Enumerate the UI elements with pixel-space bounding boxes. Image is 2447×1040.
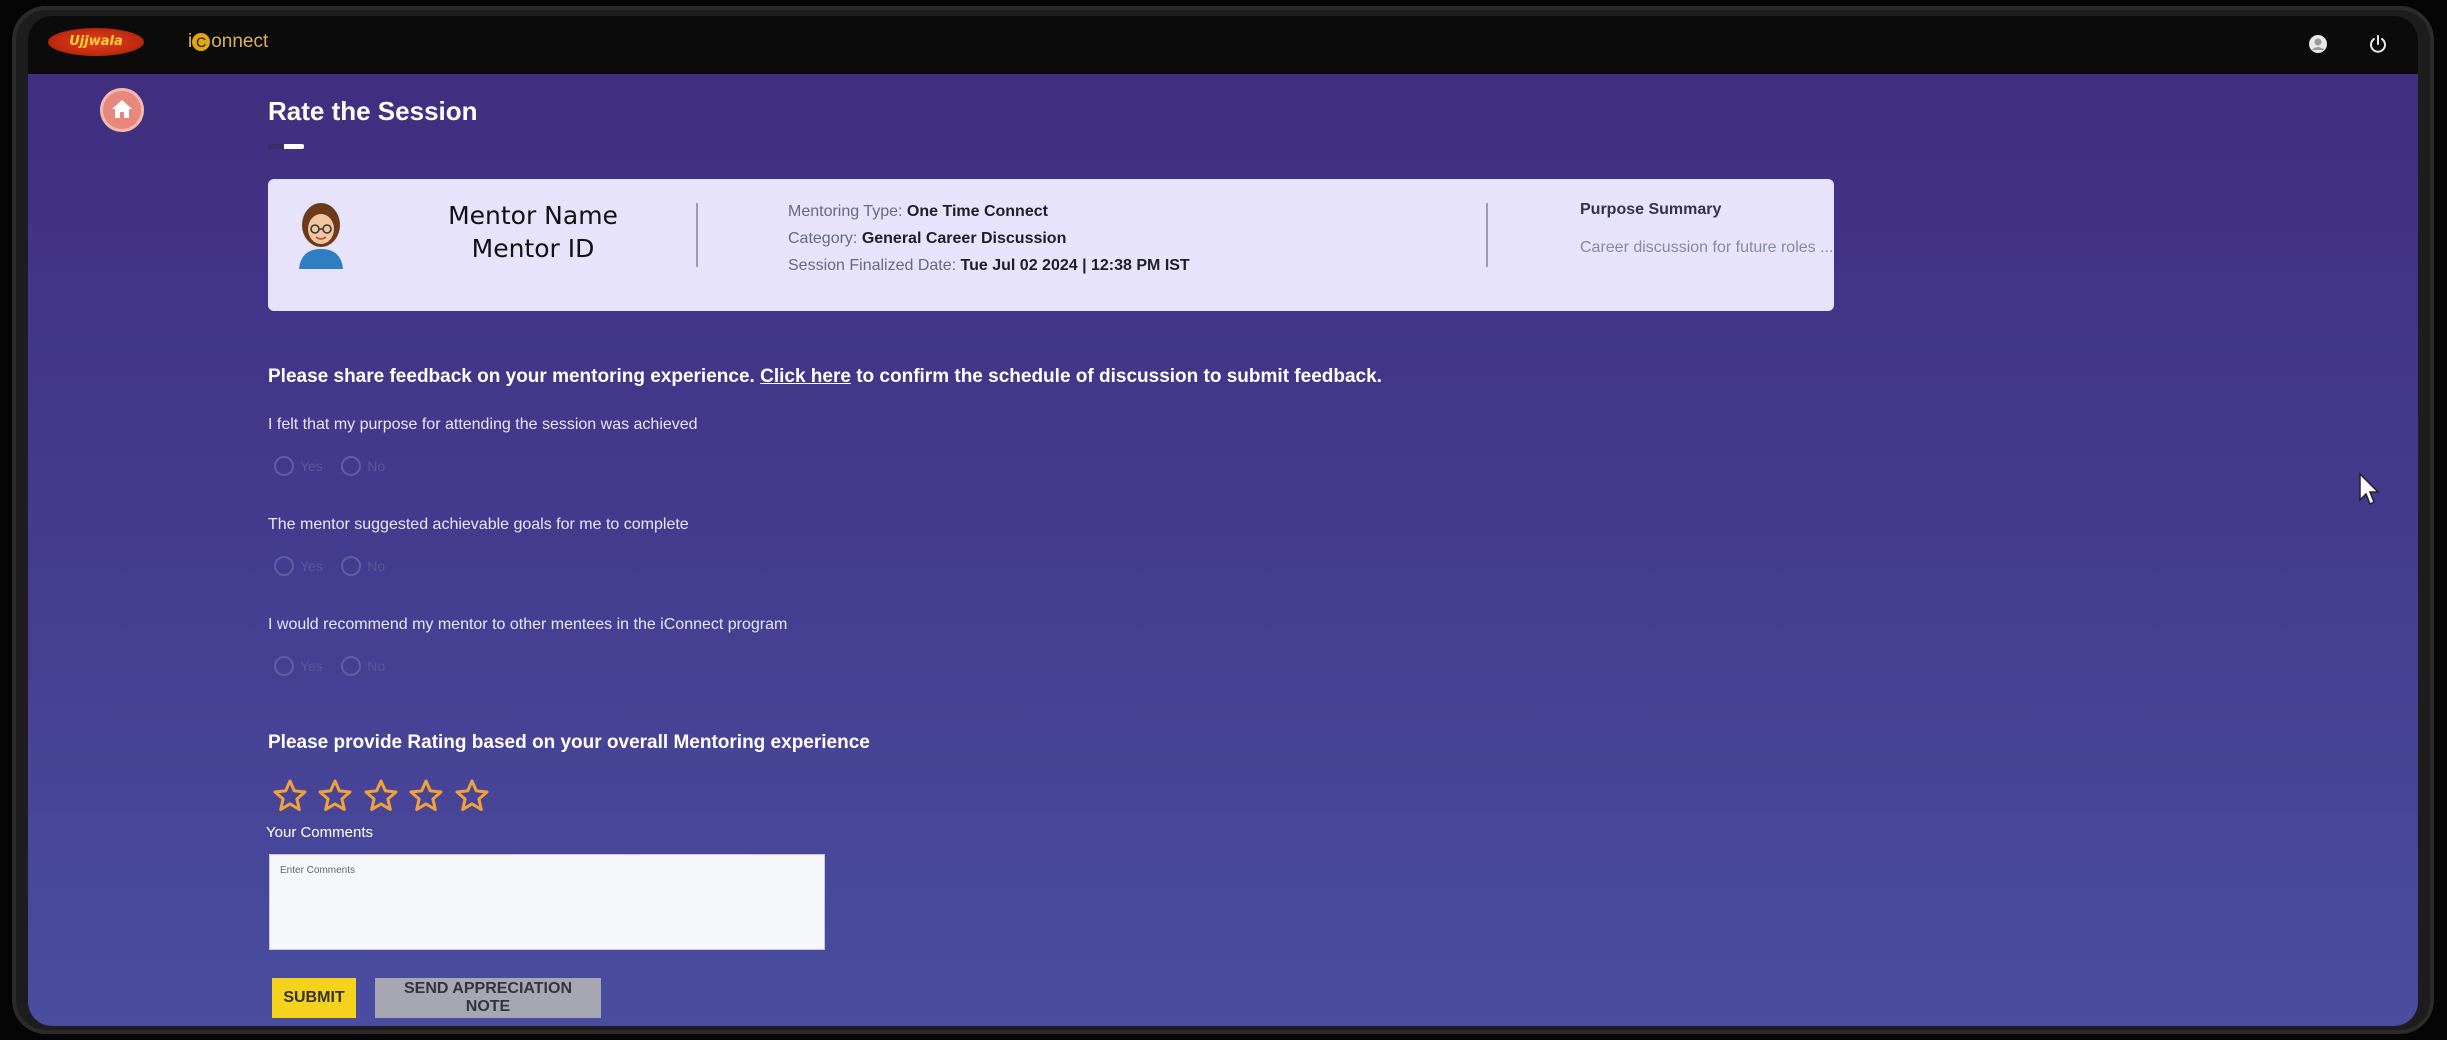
mentoring-type-value: One Time Connect [906, 203, 1048, 220]
session-date-label: Session Finalized Date: [788, 257, 961, 274]
no-label: No [367, 458, 386, 474]
no-label: No [367, 658, 386, 674]
comments-textarea[interactable] [269, 854, 825, 950]
mentor-id: Mentor ID [471, 234, 595, 263]
no-radio[interactable] [341, 456, 362, 476]
star-icon[interactable] [317, 778, 353, 814]
click-here-link[interactable]: Click here [760, 366, 851, 387]
mouse-cursor-icon [2359, 472, 2380, 506]
rating-title: Please provide Rating based on your over… [268, 732, 870, 753]
feedback-question: I would recommend my mentor to other men… [268, 616, 788, 633]
feedback-intro-start: Please share feedback on your mentoring … [268, 366, 761, 387]
iconnect-logo-mark: C [192, 32, 211, 51]
home-button[interactable] [100, 88, 144, 132]
question-2-options: Yes No [274, 556, 399, 582]
mentoring-type: Mentoring Type: One Time Connect [788, 203, 1048, 221]
page-title: Rate the Session [268, 96, 478, 126]
question-3-options: Yes No [274, 656, 399, 682]
top-bar: Ujjwala i Connect [28, 16, 2418, 74]
iconnect-logo[interactable]: i Connect [188, 28, 268, 56]
yes-label: Yes [300, 658, 323, 674]
feedback-question: I felt that my purpose for attending the… [268, 416, 698, 433]
app-screen: Ujjwala i Connect Rate the Session Mento… [28, 16, 2418, 1026]
yes-label: Yes [300, 458, 323, 474]
category: Category: General Career Discussion [788, 230, 1066, 248]
mentor-info-card: Mentor Name Mentor ID Mentoring Type: On… [268, 179, 1834, 311]
device-frame: Ujjwala i Connect Rate the Session Mento… [12, 6, 2434, 1034]
session-finalized-date: Session Finalized Date: Tue Jul 02 2024 … [788, 257, 1190, 275]
no-label: No [367, 558, 386, 574]
mentor-name: Mentor Name [448, 201, 618, 230]
title-underline [268, 144, 304, 149]
iconnect-logo-suffix: onnect [211, 31, 269, 52]
star-icon[interactable] [408, 778, 444, 814]
yes-radio[interactable] [274, 556, 294, 576]
submit-button[interactable]: SUBMIT [272, 978, 356, 1018]
yes-radio[interactable] [274, 456, 294, 476]
session-date-value: Tue Jul 02 2024 | 12:38 PM IST [960, 257, 1190, 274]
category-label: Category: [788, 230, 862, 247]
feedback-question: The mentor suggested achievable goals fo… [268, 516, 689, 533]
purpose-summary-text: Career discussion for future roles ... [1580, 239, 1834, 256]
star-icon[interactable] [363, 778, 399, 814]
category-value: General Career Discussion [861, 230, 1067, 247]
home-icon [112, 100, 132, 118]
mentoring-type-label: Mentoring Type: [788, 203, 907, 220]
mentor-avatar [299, 203, 343, 269]
power-icon[interactable] [2368, 34, 2388, 54]
send-appreciation-note-button[interactable]: SEND APPRECIATION NOTE [375, 978, 601, 1018]
star-icon[interactable] [272, 778, 308, 814]
user-icon[interactable] [2308, 34, 2328, 54]
question-1-options: Yes No [274, 456, 399, 482]
star-icon[interactable] [454, 778, 490, 814]
purpose-summary-title: Purpose Summary [1580, 201, 1722, 218]
comments-label: Your Comments [266, 824, 373, 841]
no-radio[interactable] [341, 656, 362, 676]
no-radio[interactable] [341, 556, 362, 576]
feedback-intro: Please share feedback on your mentoring … [268, 366, 1382, 388]
star-rating [272, 778, 495, 818]
card-divider [1486, 203, 1488, 267]
yes-label: Yes [300, 558, 323, 574]
ujjwala-logo[interactable]: Ujjwala [48, 28, 144, 56]
yes-radio[interactable] [274, 656, 294, 676]
feedback-intro-end: to confirm the schedule of discussion to… [850, 366, 1382, 387]
card-divider [696, 203, 698, 267]
